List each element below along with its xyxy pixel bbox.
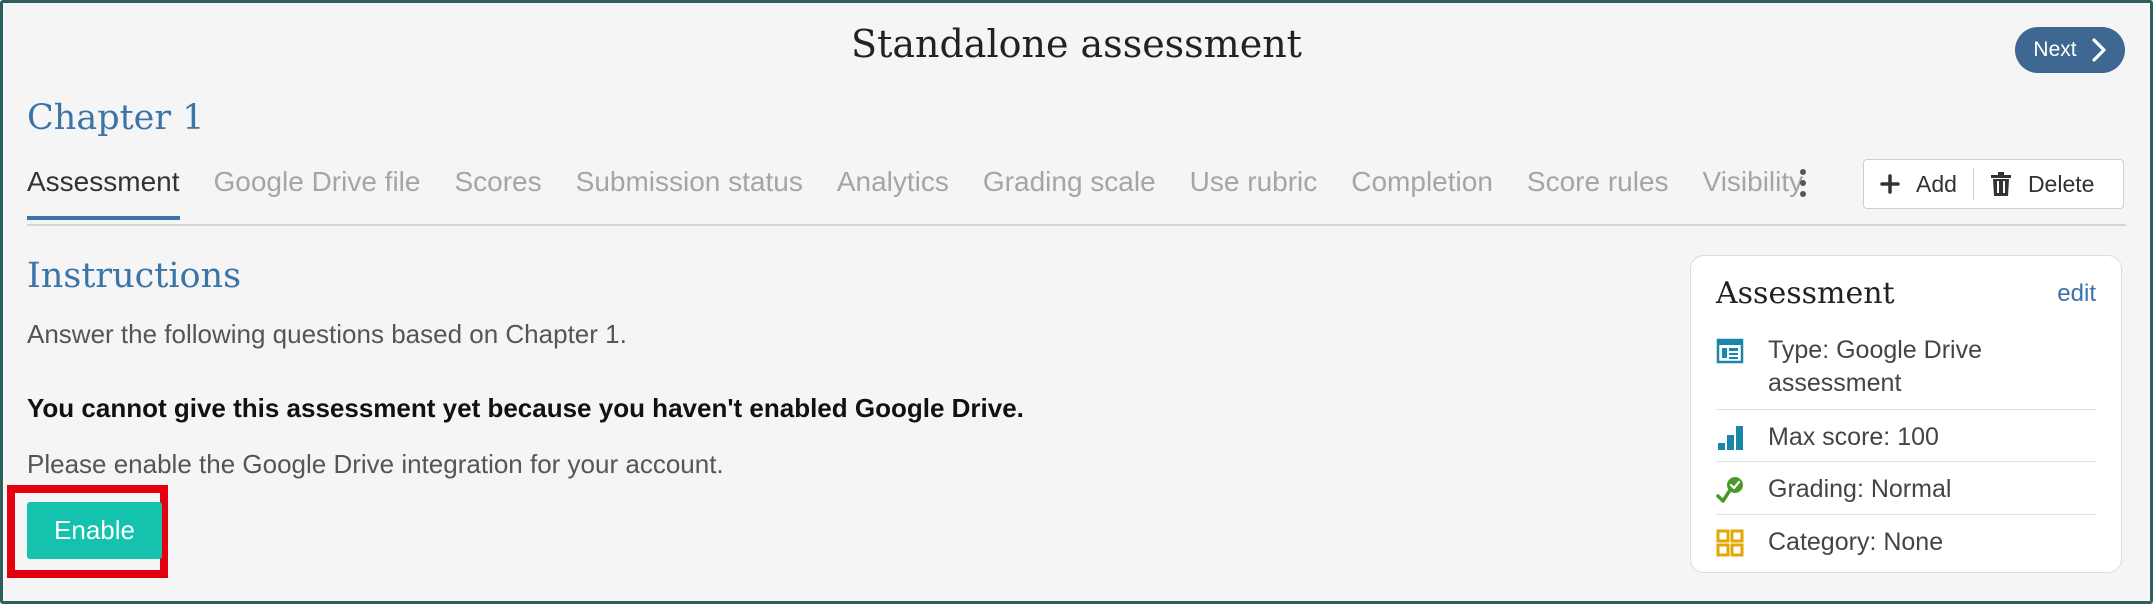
edit-link[interactable]: edit — [2057, 280, 2096, 308]
tab-analytics[interactable]: Analytics — [837, 166, 949, 216]
page-title: Standalone assessment — [851, 22, 1302, 66]
tab-visibility[interactable]: Visibility — [1703, 166, 1804, 216]
row-divider — [1716, 461, 2096, 462]
grading-row: Grading: Normal — [1716, 473, 2096, 506]
card-title: Assessment — [1716, 276, 1895, 311]
tab-score-rules[interactable]: Score rules — [1527, 166, 1669, 216]
assessment-info-card: Assessment edit Type: Google Drive asses… — [1690, 255, 2122, 573]
enable-drive-message: Please enable the Google Drive integrati… — [27, 449, 724, 479]
action-button-group: Add Delete — [1863, 159, 2124, 209]
max-score-row: Max score: 100 — [1716, 421, 2096, 454]
instructions-text: Answer the following questions based on … — [27, 319, 627, 349]
tab-bar: Assessment Google Drive file Scores Subm… — [27, 166, 1837, 220]
next-button-label: Next — [2033, 38, 2077, 61]
trash-icon — [1990, 172, 2011, 196]
type-row: Type: Google Drive assessment — [1716, 334, 2096, 400]
tab-google-drive-file[interactable]: Google Drive file — [214, 166, 421, 216]
tab-grading-scale[interactable]: Grading scale — [983, 166, 1156, 216]
next-button[interactable]: Next — [2015, 27, 2125, 73]
tab-scores[interactable]: Scores — [454, 166, 541, 216]
category-row: Category: None — [1716, 526, 2096, 559]
delete-button[interactable]: Delete — [1974, 160, 2110, 208]
category-grid-icon — [1716, 529, 1744, 557]
more-options-icon[interactable] — [1797, 168, 1809, 198]
bar-chart-icon — [1718, 426, 1743, 450]
row-divider — [1716, 514, 2096, 515]
drive-warning-text: You cannot give this assessment yet beca… — [27, 393, 1024, 423]
row-divider — [1716, 409, 2096, 410]
chapter-title: Chapter 1 — [27, 98, 205, 138]
add-button-label: Add — [1916, 170, 1957, 197]
grading-check-icon — [1716, 477, 1743, 503]
tabs-divider — [27, 224, 2126, 226]
plus-icon — [1880, 174, 1900, 194]
category-text: Category: None — [1768, 528, 1944, 556]
type-text: Type: Google Drive assessment — [1768, 336, 1982, 397]
grading-text: Grading: Normal — [1768, 475, 1952, 503]
chevron-right-icon — [2091, 38, 2106, 62]
tab-assessment[interactable]: Assessment — [27, 166, 180, 220]
tab-use-rubric[interactable]: Use rubric — [1190, 166, 1318, 216]
instructions-heading: Instructions — [27, 256, 242, 296]
delete-button-label: Delete — [2027, 170, 2095, 197]
add-button[interactable]: Add — [1864, 160, 1973, 208]
max-score-text: Max score: 100 — [1768, 423, 1939, 451]
tab-completion[interactable]: Completion — [1351, 166, 1493, 216]
tab-submission-status[interactable]: Submission status — [576, 166, 803, 216]
enable-button[interactable]: Enable — [27, 502, 162, 559]
google-drive-assessment-icon — [1716, 338, 1744, 364]
